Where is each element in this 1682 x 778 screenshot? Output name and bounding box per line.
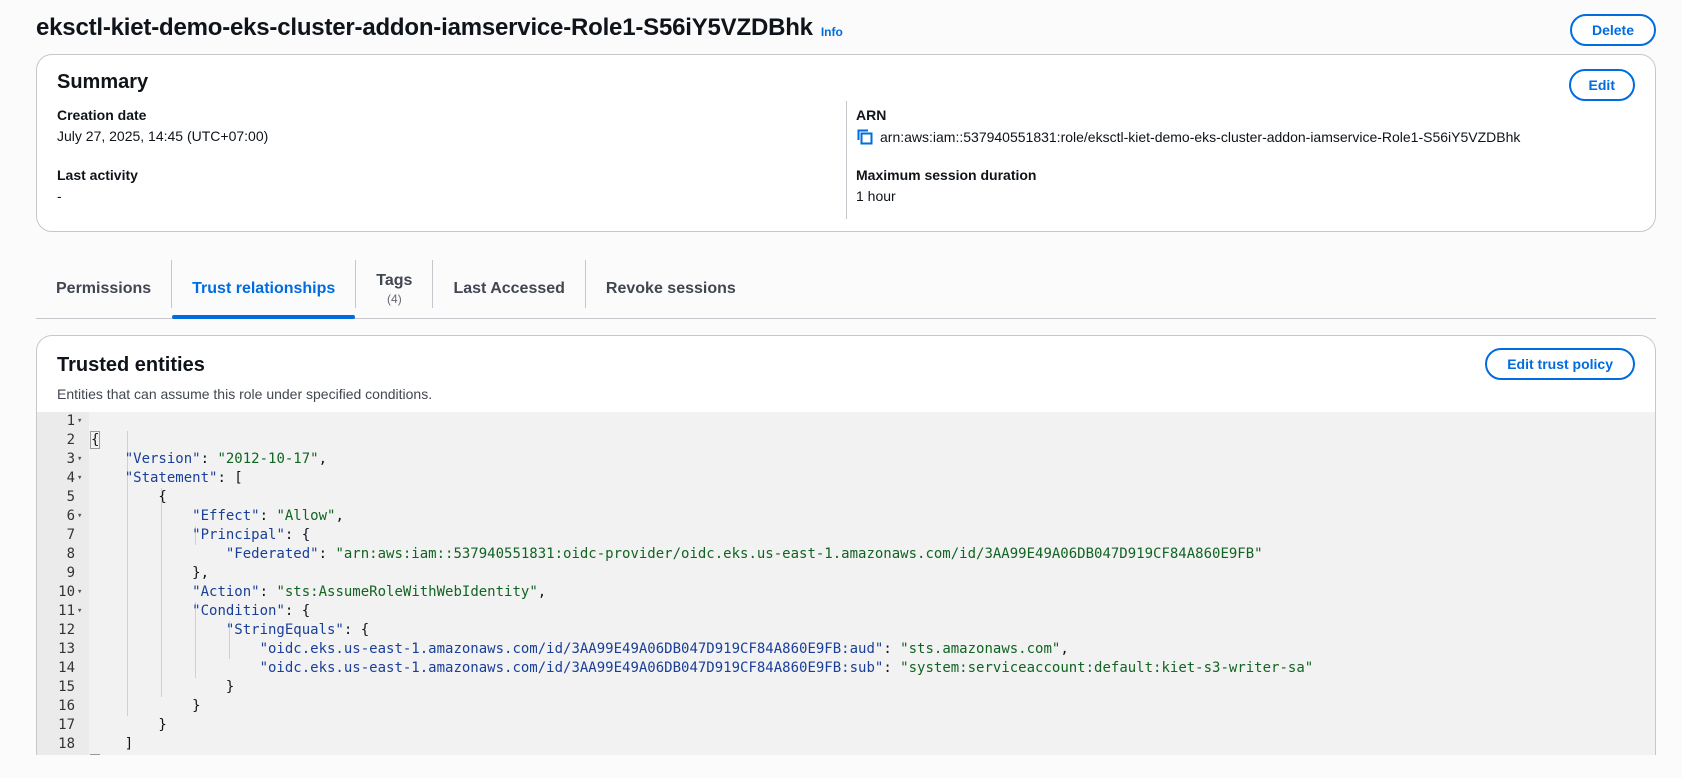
policy-code-editor[interactable]: 1 ▾ 2 3 ▾ 4 ▾ 5 6 ▾ 7 8 9 10 ▾ 11 ▾ 12 13 14 15 16 17 18 { "Ver… (37, 412, 1655, 755)
arn: ARN arn:aws:iam::537940551831:role/eksct… (856, 107, 1520, 146)
code-line: "Condition": { (192, 603, 311, 619)
code-line: "StringEquals": { (225, 622, 370, 638)
code-line: "Federated": "arn:aws:iam::537940551831:… (225, 546, 1263, 562)
edit-button[interactable]: Edit (1568, 69, 1635, 101)
max-session-value: 1 hour (856, 188, 896, 204)
arn-value: arn:aws:iam::537940551831:role/eksctl-ki… (880, 129, 1521, 145)
code-line: "Principal": { (192, 527, 311, 543)
tab-trust-relationships[interactable]: Trust relationships (172, 260, 356, 319)
trusted-entities-card: Trusted entities Entities that can assum… (36, 335, 1656, 755)
tab-label: Trust relationships (192, 280, 336, 297)
tab-label: Permissions (56, 280, 152, 297)
tab-label: Tags (376, 272, 413, 289)
code-line: "Version": "2012-10-17", (124, 451, 328, 467)
code-line: } (91, 698, 201, 714)
code-line: "Effect": "Allow", (192, 508, 344, 524)
edit-trust-policy-button[interactable]: Edit trust policy (1485, 348, 1635, 380)
tab-revoke-sessions[interactable]: Revoke sessions (586, 260, 756, 318)
tab-label: Last Accessed (453, 280, 565, 297)
max-session: Maximum session duration 1 hour (856, 167, 1036, 204)
code-line: { (89, 431, 101, 449)
code-line: "oidc.eks.us-east-1.amazonaws.com/id/3AA… (259, 660, 1314, 676)
delete-button[interactable]: Delete (1569, 14, 1656, 46)
code-line: ] (91, 736, 134, 752)
summary-card: Summary Edit Creation date July 27, 2025… (36, 54, 1656, 232)
trusted-entities-description: Entities that can assume this role under… (57, 386, 433, 402)
trusted-entities-title: Trusted entities (57, 354, 205, 376)
creation-date-label: Creation date (57, 107, 147, 123)
info-link[interactable]: Info (821, 25, 843, 39)
page-title: eksctl-kiet-demo-eks-cluster-addon-iamse… (36, 14, 813, 41)
code-line: } (91, 717, 167, 733)
code-line: "Statement": [ (124, 470, 243, 486)
summary-title: Summary (57, 71, 149, 93)
code-line: "Action": "sts:AssumeRoleWithWebIdentity… (192, 584, 547, 600)
tab-tags[interactable]: Tags (4) (356, 260, 432, 318)
column-divider (846, 101, 847, 219)
code-line: "oidc.eks.us-east-1.amazonaws.com/id/3AA… (259, 641, 1069, 657)
arn-row: arn:aws:iam::537940551831:role/eksctl-ki… (856, 128, 1520, 146)
max-session-label: Maximum session duration (856, 167, 1037, 183)
arn-label: ARN (856, 107, 887, 123)
tab-label: Revoke sessions (605, 280, 736, 297)
tags-count: (4) (387, 292, 402, 306)
last-activity: Last activity - (57, 167, 138, 204)
code-line: } (37, 735, 1655, 755)
creation-date: Creation date July 27, 2025, 14:45 (UTC+… (57, 107, 268, 144)
copy-icon[interactable] (856, 128, 874, 146)
last-activity-label: Last activity (57, 167, 138, 183)
code-line: }, (91, 565, 210, 581)
tab-last-accessed[interactable]: Last Accessed (433, 260, 584, 318)
code-line: } (91, 679, 235, 695)
creation-date-value: July 27, 2025, 14:45 (UTC+07:00) (57, 128, 269, 144)
code-line: { (91, 489, 167, 505)
page-header: eksctl-kiet-demo-eks-cluster-addon-iamse… (36, 8, 1656, 48)
tab-bar: Permissions Trust relationships Tags (4)… (36, 260, 1656, 319)
tab-permissions[interactable]: Permissions (36, 260, 171, 318)
last-activity-value: - (57, 188, 62, 204)
